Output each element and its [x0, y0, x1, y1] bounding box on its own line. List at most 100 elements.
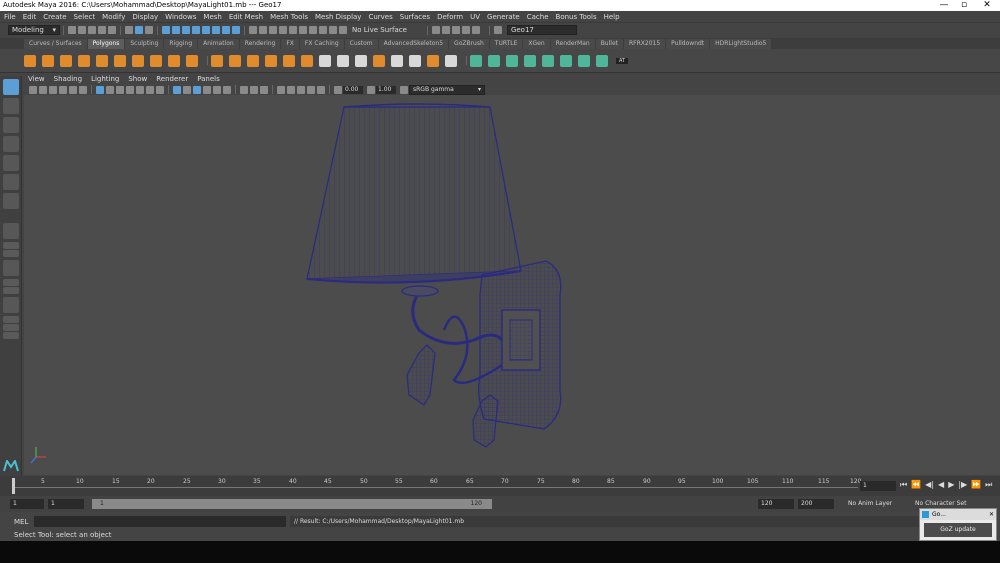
boolean-icon[interactable] [265, 54, 277, 67]
safe-title-icon[interactable] [156, 85, 164, 94]
save-scene-icon[interactable] [88, 26, 96, 34]
hypershade-layout-icon[interactable] [3, 287, 19, 294]
poly-cylinder-icon[interactable] [60, 54, 72, 67]
input-field-mode-icon[interactable] [493, 26, 502, 34]
tab-turtle[interactable]: TURTLE [489, 39, 523, 49]
append-polygon-icon[interactable] [427, 54, 439, 67]
quad-draw-icon[interactable] [445, 54, 457, 67]
tab-renderman[interactable]: RenderMan [550, 39, 595, 49]
four-view-layout-icon[interactable] [3, 242, 19, 249]
open-scene-icon[interactable] [78, 26, 86, 34]
ipr-render-icon[interactable] [451, 26, 460, 34]
extrude-icon[interactable] [301, 54, 313, 67]
use-all-lights-icon[interactable] [213, 85, 221, 94]
last-tool-icon[interactable] [3, 193, 19, 209]
gamma-icon[interactable] [367, 85, 375, 94]
close-button[interactable]: ✕ [974, 0, 1000, 11]
go-to-start-button[interactable]: ⏮ [900, 480, 907, 490]
uv-cylindrical-icon[interactable] [488, 54, 500, 67]
tab-custom[interactable]: Custom [344, 39, 378, 49]
snap-point-icon[interactable] [269, 26, 277, 34]
tab-curves-surfaces[interactable]: Curves / Surfaces [24, 39, 87, 49]
anim-layer-label[interactable]: No Anim Layer [848, 500, 892, 507]
panel-menu-shading[interactable]: Shading [54, 75, 82, 83]
menu-mesh-display[interactable]: Mesh Display [315, 13, 361, 21]
select-tool-icon[interactable] [3, 79, 19, 95]
poly-sphere-icon[interactable] [24, 54, 36, 67]
safe-action-icon[interactable] [146, 85, 154, 94]
snap-view-plane-icon[interactable] [289, 26, 297, 34]
camera-attributes-icon[interactable] [39, 85, 47, 94]
resolution-gate-icon[interactable] [116, 85, 124, 94]
mask-joints-icon[interactable] [172, 26, 180, 34]
isolate-select-icon[interactable] [317, 85, 325, 94]
panel-menu-renderer[interactable]: Renderer [156, 75, 188, 83]
select-object-icon[interactable] [135, 26, 143, 34]
tab-xgen[interactable]: XGen [523, 39, 550, 49]
render-view-icon[interactable] [431, 26, 440, 34]
poly-svg-icon[interactable] [186, 54, 198, 67]
snap-together-icon[interactable] [309, 26, 317, 34]
object-name-field[interactable]: Geo17 [506, 25, 577, 35]
motion-blur-icon[interactable] [287, 85, 295, 94]
menu-windows[interactable]: Windows [165, 13, 196, 21]
anim-start-field[interactable]: 1 [48, 499, 84, 509]
bevel-icon[interactable] [337, 54, 349, 67]
bridge-icon[interactable] [319, 54, 331, 67]
xray-joints-icon[interactable] [250, 85, 258, 94]
step-forward-key-button[interactable]: ⏩ [971, 480, 981, 490]
view-transform-dropdown[interactable]: sRGB gamma ▾ [409, 84, 485, 95]
mirror-icon[interactable] [283, 54, 295, 67]
anti-aliasing-icon[interactable] [297, 85, 305, 94]
minimize-button[interactable]: — [934, 0, 954, 11]
depth-of-field-icon[interactable] [307, 85, 315, 94]
fill-hole-icon[interactable] [409, 54, 421, 67]
textured-icon[interactable] [203, 85, 211, 94]
collapse-toolbox-icon[interactable] [3, 332, 19, 339]
grid-toggle-icon[interactable] [96, 85, 104, 94]
poly-text-icon[interactable] [168, 54, 180, 67]
shadows-icon[interactable] [223, 85, 231, 94]
xray-icon[interactable] [240, 85, 248, 94]
wireframe-on-shaded-icon[interactable] [193, 85, 201, 94]
render-frame-icon[interactable] [441, 26, 450, 34]
step-back-key-button[interactable]: ⏪ [911, 480, 921, 490]
menu-modify[interactable]: Modify [102, 13, 125, 21]
menu-file[interactable]: File [4, 13, 16, 21]
tab-rigging[interactable]: Rigging [164, 39, 198, 49]
menu-edit[interactable]: Edit [23, 13, 37, 21]
poly-cube-icon[interactable] [42, 54, 54, 67]
magnet-icon[interactable] [329, 26, 337, 34]
symmetry-icon[interactable] [339, 26, 347, 34]
select-hierarchy-icon[interactable] [125, 26, 133, 34]
paint-select-tool-icon[interactable] [3, 117, 19, 133]
outliner-layout-icon[interactable] [3, 279, 19, 286]
poly-platonic-icon[interactable] [150, 54, 162, 67]
uv-checker-icon[interactable] [578, 54, 590, 67]
uv-automatic-icon[interactable] [524, 54, 536, 67]
tab-sculpting[interactable]: Sculpting [125, 39, 164, 49]
snap-curve-icon[interactable] [259, 26, 267, 34]
target-weld-icon[interactable] [373, 54, 385, 67]
tab-pulldowndt[interactable]: Pulldowndt [666, 39, 710, 49]
tab-animation[interactable]: Animation [198, 39, 239, 49]
custom-layout-icon[interactable] [3, 297, 19, 313]
menu-cache[interactable]: Cache [527, 13, 549, 21]
mask-deformations-icon[interactable] [202, 26, 210, 34]
two-view-layout-icon[interactable] [3, 250, 19, 257]
start-time-field[interactable]: 1 [10, 499, 44, 509]
menu-uv[interactable]: UV [470, 13, 480, 21]
tab-fx[interactable]: FX [281, 39, 299, 49]
poly-cone-icon[interactable] [78, 54, 90, 67]
tab-rfrx2015[interactable]: RFRX2015 [623, 39, 666, 49]
rotate-tool-icon[interactable] [3, 155, 19, 171]
film-gate-icon[interactable] [106, 85, 114, 94]
menu-display[interactable]: Display [132, 13, 158, 21]
uv-unfold-icon[interactable] [542, 54, 554, 67]
panel-menu-lighting[interactable]: Lighting [91, 75, 119, 83]
poly-plane-icon[interactable] [96, 54, 108, 67]
character-set-label[interactable]: No Character Set [915, 500, 966, 507]
mask-handles-icon[interactable] [162, 26, 170, 34]
persp-graph-layout-icon[interactable] [3, 260, 19, 276]
play-backward-button[interactable]: ◀ [938, 480, 944, 490]
